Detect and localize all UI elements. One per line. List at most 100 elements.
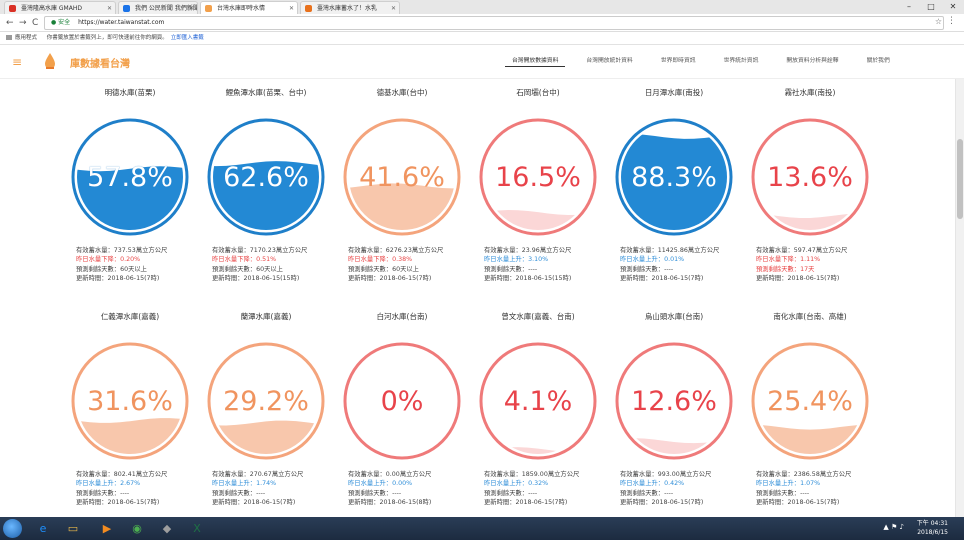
update-value: 2018-06-15(15時) (243, 274, 300, 282)
nav-item[interactable]: 開放資料分析與詮釋 (779, 56, 845, 67)
browser-menu-icon[interactable]: ⋮ (947, 16, 956, 26)
storage-unit: 萬立方公尺 (275, 247, 308, 254)
storage-value: 0.00 (385, 471, 400, 478)
close-window-icon[interactable]: ✕ (942, 0, 964, 14)
days-line: 預測剩餘天數：---- (76, 489, 204, 498)
update-line: 更新時間：2018-06-15(7時) (348, 274, 476, 283)
app-icon[interactable]: ◆ (154, 519, 180, 538)
secure-indicator: ● 安全 (51, 19, 71, 26)
bookmarks-apps-label[interactable]: 應用程式 (15, 35, 37, 41)
days-prefix: 預測剩餘天數： (620, 265, 665, 273)
update-prefix: 更新時間： (620, 498, 652, 506)
site-title[interactable]: 庫數據看台灣 (70, 55, 130, 70)
days-line: 預測剩餘天數：---- (620, 489, 748, 498)
days-line: 預測剩餘天數：---- (484, 489, 612, 498)
back-button[interactable]: ← (6, 16, 14, 30)
nav-item[interactable]: 世界統計資訊 (717, 56, 766, 67)
nav-item[interactable]: 台灣開放數據資料 (505, 56, 566, 67)
browser-tab[interactable]: 我們 公民新聞 我們新聞 ✕ (118, 1, 198, 14)
days-value: ---- (528, 265, 538, 273)
reservoir-name: 明德水庫(苗栗) (104, 88, 156, 97)
storage-line: 有效蓄水量：1859.00萬立方公尺 (484, 470, 612, 479)
water-level-gauge (615, 342, 733, 460)
hamburger-menu-icon[interactable]: ≡ (12, 55, 22, 69)
storage-unit: 萬立方公尺 (135, 247, 168, 254)
reservoir-details: 有效蓄水量：737.53萬立方公尺 昨日水量下降：0.20% 預測剩餘天數：60天以… (76, 246, 204, 283)
change-line: 昨日水量下降：0.38% (348, 256, 413, 264)
storage-value: 2386.58 (793, 471, 820, 478)
storage-line: 有效蓄水量：0.00萬立方公尺 (348, 470, 476, 479)
taskbar-clock[interactable]: 下午 04:31 2018/6/15 (917, 519, 948, 537)
maximize-icon[interactable]: □ (920, 0, 942, 14)
tab-close-icon[interactable]: ✕ (189, 2, 194, 14)
days-prefix: 預測剩餘天數： (212, 489, 257, 497)
days-prefix: 預測剩餘天數： (348, 489, 393, 497)
update-line: 更新時間：2018-06-15(7時) (756, 498, 884, 507)
reservoir-name: 鯉魚潭水庫(苗栗、台中) (225, 88, 307, 97)
reload-button[interactable]: C (32, 16, 38, 30)
start-button[interactable] (3, 519, 22, 538)
forward-button[interactable]: → (19, 16, 27, 30)
storage-line: 有效蓄水量：11425.86萬立方公尺 (620, 246, 748, 255)
tab-favicon-icon (305, 5, 312, 12)
storage-unit: 萬立方公尺 (135, 471, 168, 478)
storage-value: 1859.00 (521, 471, 548, 478)
storage-value: 597.47 (793, 247, 816, 254)
change-line: 昨日水量下降：0.20% (76, 256, 141, 264)
water-level-gauge (479, 118, 597, 236)
ie-icon[interactable]: e (30, 519, 56, 538)
days-prefix: 預測剩餘天數： (484, 489, 529, 497)
days-line: 預測剩餘天數：---- (756, 489, 884, 498)
tab-close-icon[interactable]: ✕ (107, 2, 112, 14)
days-line: 預測剩餘天數：---- (348, 489, 476, 498)
change-line: 昨日水量上升：3.10% (484, 256, 549, 264)
days-prefix: 預測剩餘天數： (620, 489, 665, 497)
browser-tab[interactable]: 臺灣隆高水庫 GMAHD ✕ (4, 1, 116, 14)
storage-prefix: 有效蓄水量： (212, 471, 250, 478)
nav-item[interactable]: 關於我們 (860, 56, 897, 67)
change-line: 昨日水量下降：0.51% (212, 256, 277, 264)
update-value: 2018-06-15(7時) (515, 498, 568, 506)
days-line: 預測剩餘天數：17天 (756, 265, 884, 274)
minimize-icon[interactable]: – (898, 0, 920, 14)
days-value: ---- (664, 265, 674, 273)
storage-line: 有效蓄水量：802.41萬立方公尺 (76, 470, 204, 479)
storage-prefix: 有效蓄水量： (212, 247, 250, 254)
tab-close-icon[interactable]: ✕ (289, 2, 294, 14)
url-input[interactable]: ● 安全 https://water.taiwanstat.com (44, 16, 944, 30)
nav-item[interactable]: 台灣開放統計資料 (579, 56, 639, 67)
water-level-gauge (615, 118, 733, 236)
browser-tab[interactable]: 台灣水庫即時水情 ✕ (200, 1, 298, 14)
change-line: 昨日水量上升：1.07% (756, 480, 821, 488)
scrollbar-thumb[interactable] (957, 139, 963, 219)
days-line: 預測剩餘天數：---- (620, 265, 748, 274)
page-scrollbar[interactable] (955, 79, 964, 517)
clock-date: 2018/6/15 (917, 529, 948, 536)
site-logo-icon[interactable] (42, 52, 58, 70)
system-tray[interactable]: ▲ ⚑ ♪ (883, 523, 904, 531)
browser-tab[interactable]: 臺灣水庫蓄水了！水乳 ✕ (300, 1, 400, 14)
reservoir-name: 仁義潭水庫(嘉義) (100, 312, 160, 321)
tab-close-icon[interactable]: ✕ (391, 2, 396, 14)
browser-tab-strip: 臺灣隆高水庫 GMAHD ✕ 我們 公民新聞 我們新聞 ✕ 台灣水庫即時水情 ✕ 臺灣水庫蓄… (0, 0, 964, 14)
folder-icon[interactable]: ▭ (60, 519, 86, 538)
update-value: 2018-06-15(8時) (379, 498, 432, 506)
tab-label: 臺灣水庫蓄水了！水乳 (317, 5, 378, 12)
reservoir-details: 有效蓄水量：6276.23萬立方公尺 昨日水量下降：0.38% 預測剩餘天數：60天… (348, 246, 476, 283)
bookmarks-bar: 應用程式 你書籤放置於書籤列上，即可快速前往你的網頁。 立即匯入書籤 (0, 32, 964, 45)
media-icon[interactable]: ▶ (94, 519, 120, 538)
days-prefix: 預測剩餘天數： (348, 265, 393, 273)
update-line: 更新時間：2018-06-15(8時) (348, 498, 476, 507)
apps-grid-icon[interactable] (6, 35, 12, 40)
excel-icon[interactable]: X (184, 519, 210, 538)
import-bookmarks-link[interactable]: 立即匯入書籤 (171, 35, 204, 41)
chrome-icon[interactable]: ◉ (124, 519, 150, 538)
tab-favicon-icon (9, 5, 16, 12)
reservoir-name: 霧社水庫(南投) (784, 88, 836, 97)
bookmarks-hint: 你書籤放置於書籤列上，即可快速前往你的網頁。 (46, 35, 168, 41)
bookmark-star-icon[interactable]: ☆ (935, 17, 942, 26)
update-prefix: 更新時間： (348, 498, 380, 506)
storage-unit: 萬立方公尺 (411, 247, 444, 254)
nav-item[interactable]: 世界即時資訊 (654, 56, 703, 67)
storage-unit: 萬立方公尺 (687, 247, 720, 254)
